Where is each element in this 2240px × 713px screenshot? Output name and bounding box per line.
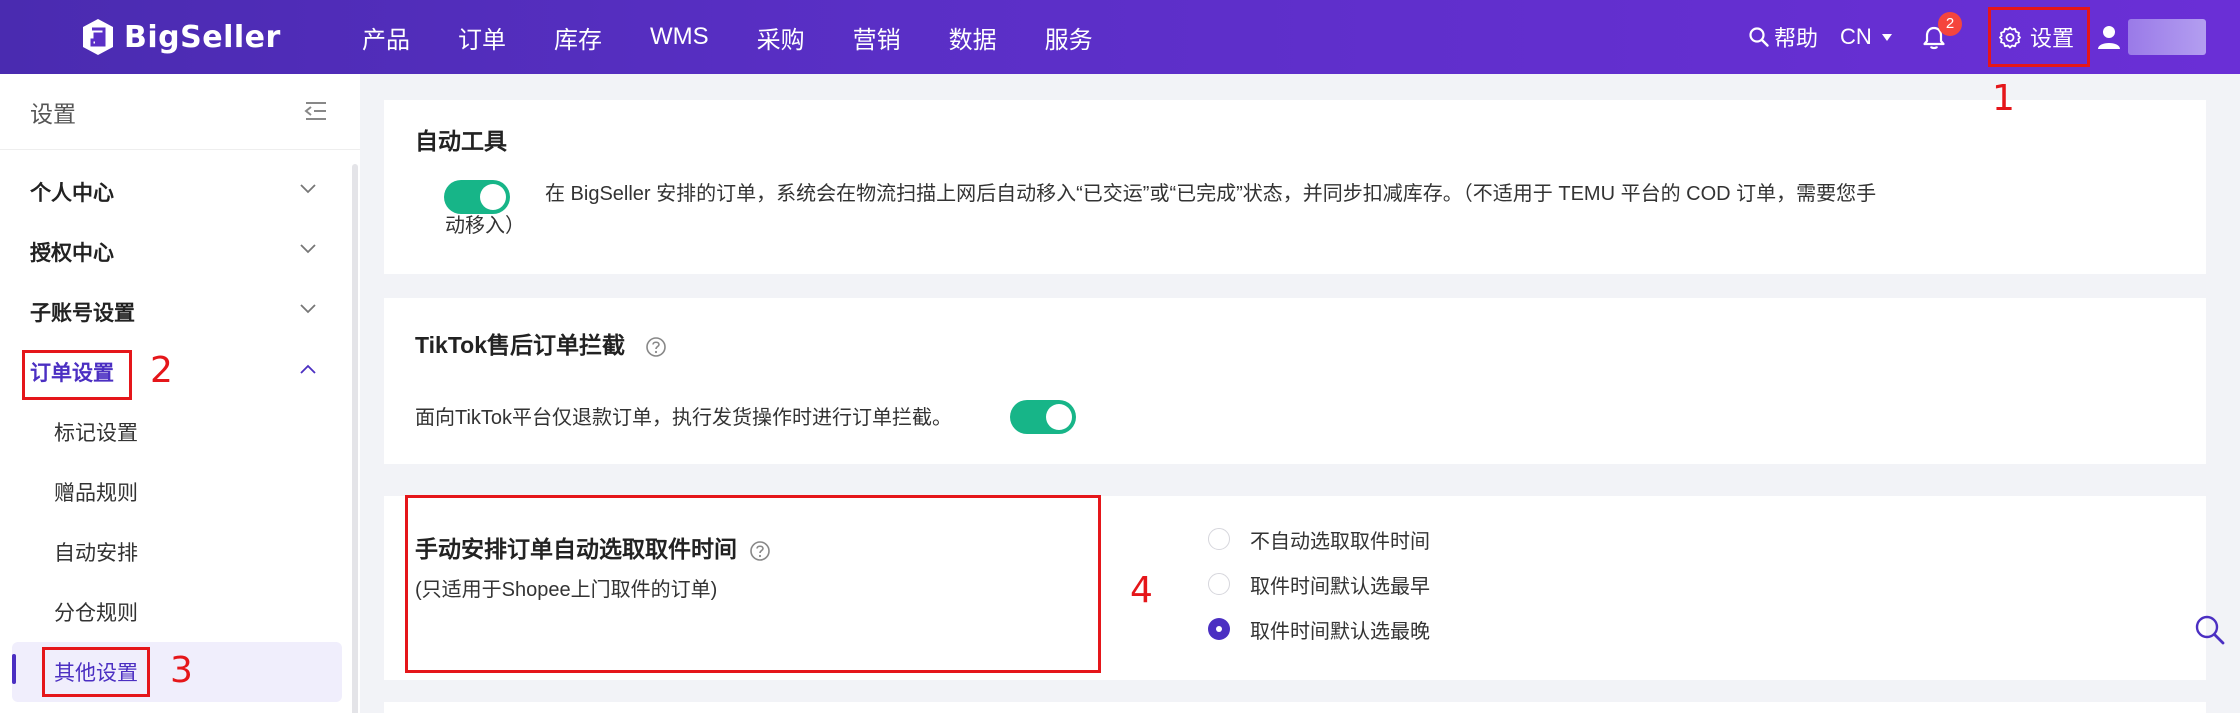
nav-purchase[interactable]: 采购 [757,20,805,55]
tiktok-intercept-title: TikTok售后订单拦截 [415,326,667,360]
annotation-number-4: 4 [1130,570,1153,611]
annotation-number-2: 2 [150,350,173,391]
radio-button[interactable] [1208,573,1230,595]
chevron-down-icon [1881,33,1892,41]
logo-text: BigSeller [124,19,281,55]
auto-tool-title: 自动工具 [415,128,507,154]
active-indicator [12,654,16,684]
nav-data[interactable]: 数据 [949,20,997,55]
tiktok-intercept-card: TikTok售后订单拦截 面向TikTok平台仅退款订单，执行发货操作时进行订单… [384,298,2206,464]
annotation-box-1 [1988,7,2090,67]
user-name-redacted [2128,19,2206,55]
nav-inventory[interactable]: 库存 [554,20,602,55]
annotation-box-2 [22,350,132,400]
auto-tool-description-line2: 动移入） [445,215,525,237]
bigseller-logo-icon [83,19,113,55]
tiktok-intercept-title-text: TikTok售后订单拦截 [415,332,625,358]
sidebar-item-authorization-center[interactable]: 授权中心 [0,222,352,282]
sidebar-scrollbar[interactable] [352,164,358,713]
user-icon [2098,26,2120,49]
help-label: 帮助 [1774,26,1819,51]
main-nav: 产品 订单 库存 WMS 采购 营销 数据 服务 [362,0,1141,74]
radio-label: 取件时间默认选最早 [1250,575,1430,598]
notification-badge: 2 [1938,12,1962,36]
radio-button[interactable] [1208,528,1230,550]
user-menu[interactable] [2096,0,2206,74]
help-link[interactable]: 帮助 [1748,0,1818,74]
collapse-sidebar-icon[interactable] [304,100,328,122]
sidebar-item-sub-accounts[interactable]: 子账号设置 [0,282,352,342]
next-card-partial [384,702,2206,713]
tiktok-intercept-toggle[interactable] [1010,400,1076,434]
sidebar-item-label: 个人中心 [30,182,114,205]
radio-label: 取件时间默认选最晚 [1250,620,1430,643]
help-question-icon[interactable] [645,336,667,358]
auto-tool-card: 自动工具 在 BigSeller 安排的订单，系统会在物流扫描上网后自动移入“已… [384,100,2206,274]
radio-no-auto-pickup[interactable]: 不自动选取取件时间 [1208,524,1430,554]
auto-tool-description-line1: 在 BigSeller 安排的订单，系统会在物流扫描上网后自动移入“已交运”或“… [545,183,1877,205]
chevron-down-icon [300,244,316,254]
sidebar-item-label: 子账号设置 [30,302,135,325]
annotation-number-3: 3 [170,650,193,691]
notification-button[interactable]: 2 [1922,0,1962,74]
nav-services[interactable]: 服务 [1045,20,1093,55]
toggle-knob [480,184,506,210]
sidebar-subitem-auto-arrange[interactable]: 自动安排 [0,522,352,582]
tiktok-intercept-description: 面向TikTok平台仅退款订单，执行发货操作时进行订单拦截。 [415,407,953,429]
annotation-box-4 [405,495,1101,673]
annotation-box-3 [42,647,150,697]
sidebar-subitem-warehouse-rules[interactable]: 分仓规则 [0,582,352,642]
top-navigation-bar: BigSeller 产品 订单 库存 WMS 采购 营销 数据 服务 帮助 CN… [0,0,2240,74]
page-scrollbar[interactable] [2228,74,2240,713]
language-selector[interactable]: CN [1840,0,1892,74]
radio-earliest-pickup[interactable]: 取件时间默认选最早 [1208,569,1430,599]
nav-products[interactable]: 产品 [362,20,410,55]
chevron-up-icon [300,364,316,374]
bigseller-logo[interactable]: BigSeller [80,17,281,57]
sidebar-item-personal-center[interactable]: 个人中心 [0,162,352,222]
radio-button-selected[interactable] [1208,618,1230,640]
nav-orders[interactable]: 订单 [458,20,506,55]
radio-label: 不自动选取取件时间 [1250,530,1430,553]
sidebar-subitem-tag-settings[interactable]: 标记设置 [0,402,352,462]
sidebar-header: 设置 [0,74,360,150]
auto-move-toggle[interactable] [444,180,510,214]
toggle-knob [1046,404,1072,430]
chevron-down-icon [300,304,316,314]
radio-latest-pickup[interactable]: 取件时间默认选最晚 [1208,614,1430,644]
chevron-down-icon [300,184,316,194]
language-label: CN [1840,24,1872,49]
sidebar-title: 设置 [30,100,76,127]
search-icon [1749,27,1769,47]
nav-wms[interactable]: WMS [650,23,709,51]
sidebar-item-label: 授权中心 [30,242,114,265]
nav-marketing[interactable]: 营销 [853,20,901,55]
floating-search-icon[interactable] [2192,612,2228,648]
annotation-number-1: 1 [1992,78,2015,119]
sidebar-subitem-gift-rules[interactable]: 赠品规则 [0,462,352,522]
